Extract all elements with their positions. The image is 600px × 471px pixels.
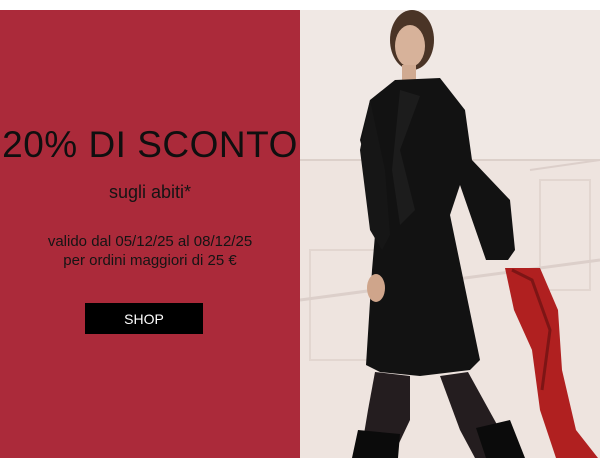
- promo-headline: 20% DI SCONTO: [2, 124, 298, 165]
- promo-terms-dates: valido dal 05/12/25 al 08/12/25: [47, 233, 253, 250]
- shop-button[interactable]: SHOP: [85, 303, 203, 334]
- promo-subtitle: sugli abiti*: [108, 182, 192, 202]
- model-photo[interactable]: [300, 10, 600, 458]
- promo-terms: valido dal 05/12/25 al 08/12/25 per ordi…: [0, 232, 300, 270]
- model-illustration: [300, 10, 600, 458]
- promo-banner[interactable]: 20% DI SCONTO sugli abiti* valido dal 05…: [0, 10, 600, 458]
- promo-terms-minimum: per ordini maggiori di 25 €: [63, 252, 237, 269]
- promo-panel: 20% DI SCONTO sugli abiti* valido dal 05…: [0, 10, 300, 458]
